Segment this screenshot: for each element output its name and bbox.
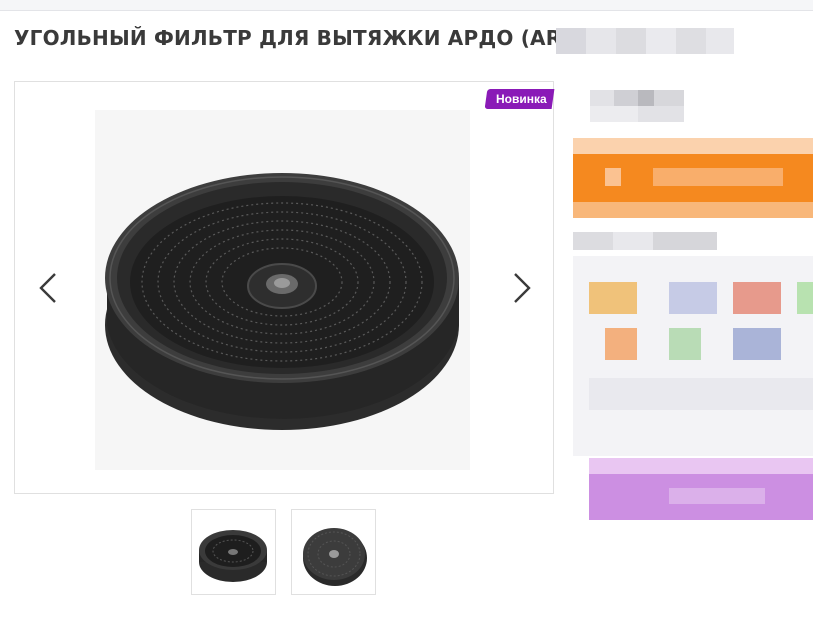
top-bar [0,0,813,11]
buy-button[interactable] [573,138,813,218]
gallery-prev-button[interactable] [35,268,65,308]
product-main-image[interactable] [95,110,470,470]
blurred-payment-options [573,256,813,456]
blurred-availability [590,90,690,122]
gallery-next-button[interactable] [505,268,535,308]
chevron-left-icon [39,273,56,303]
product-title: УГОЛЬНЫЙ ФИЛЬТР ДЛЯ ВЫТЯЖКИ АРДО (ARD [14,26,579,50]
secondary-action-button[interactable] [589,458,813,520]
new-badge: Новинка [484,89,555,109]
chevron-right-icon [514,273,531,303]
thumbnail-1[interactable] [191,509,276,595]
product-gallery: Новинка [14,81,555,494]
thumbnail-2[interactable] [291,509,376,595]
blurred-title-continuation [556,26,736,56]
blurred-delivery-text [573,232,723,254]
